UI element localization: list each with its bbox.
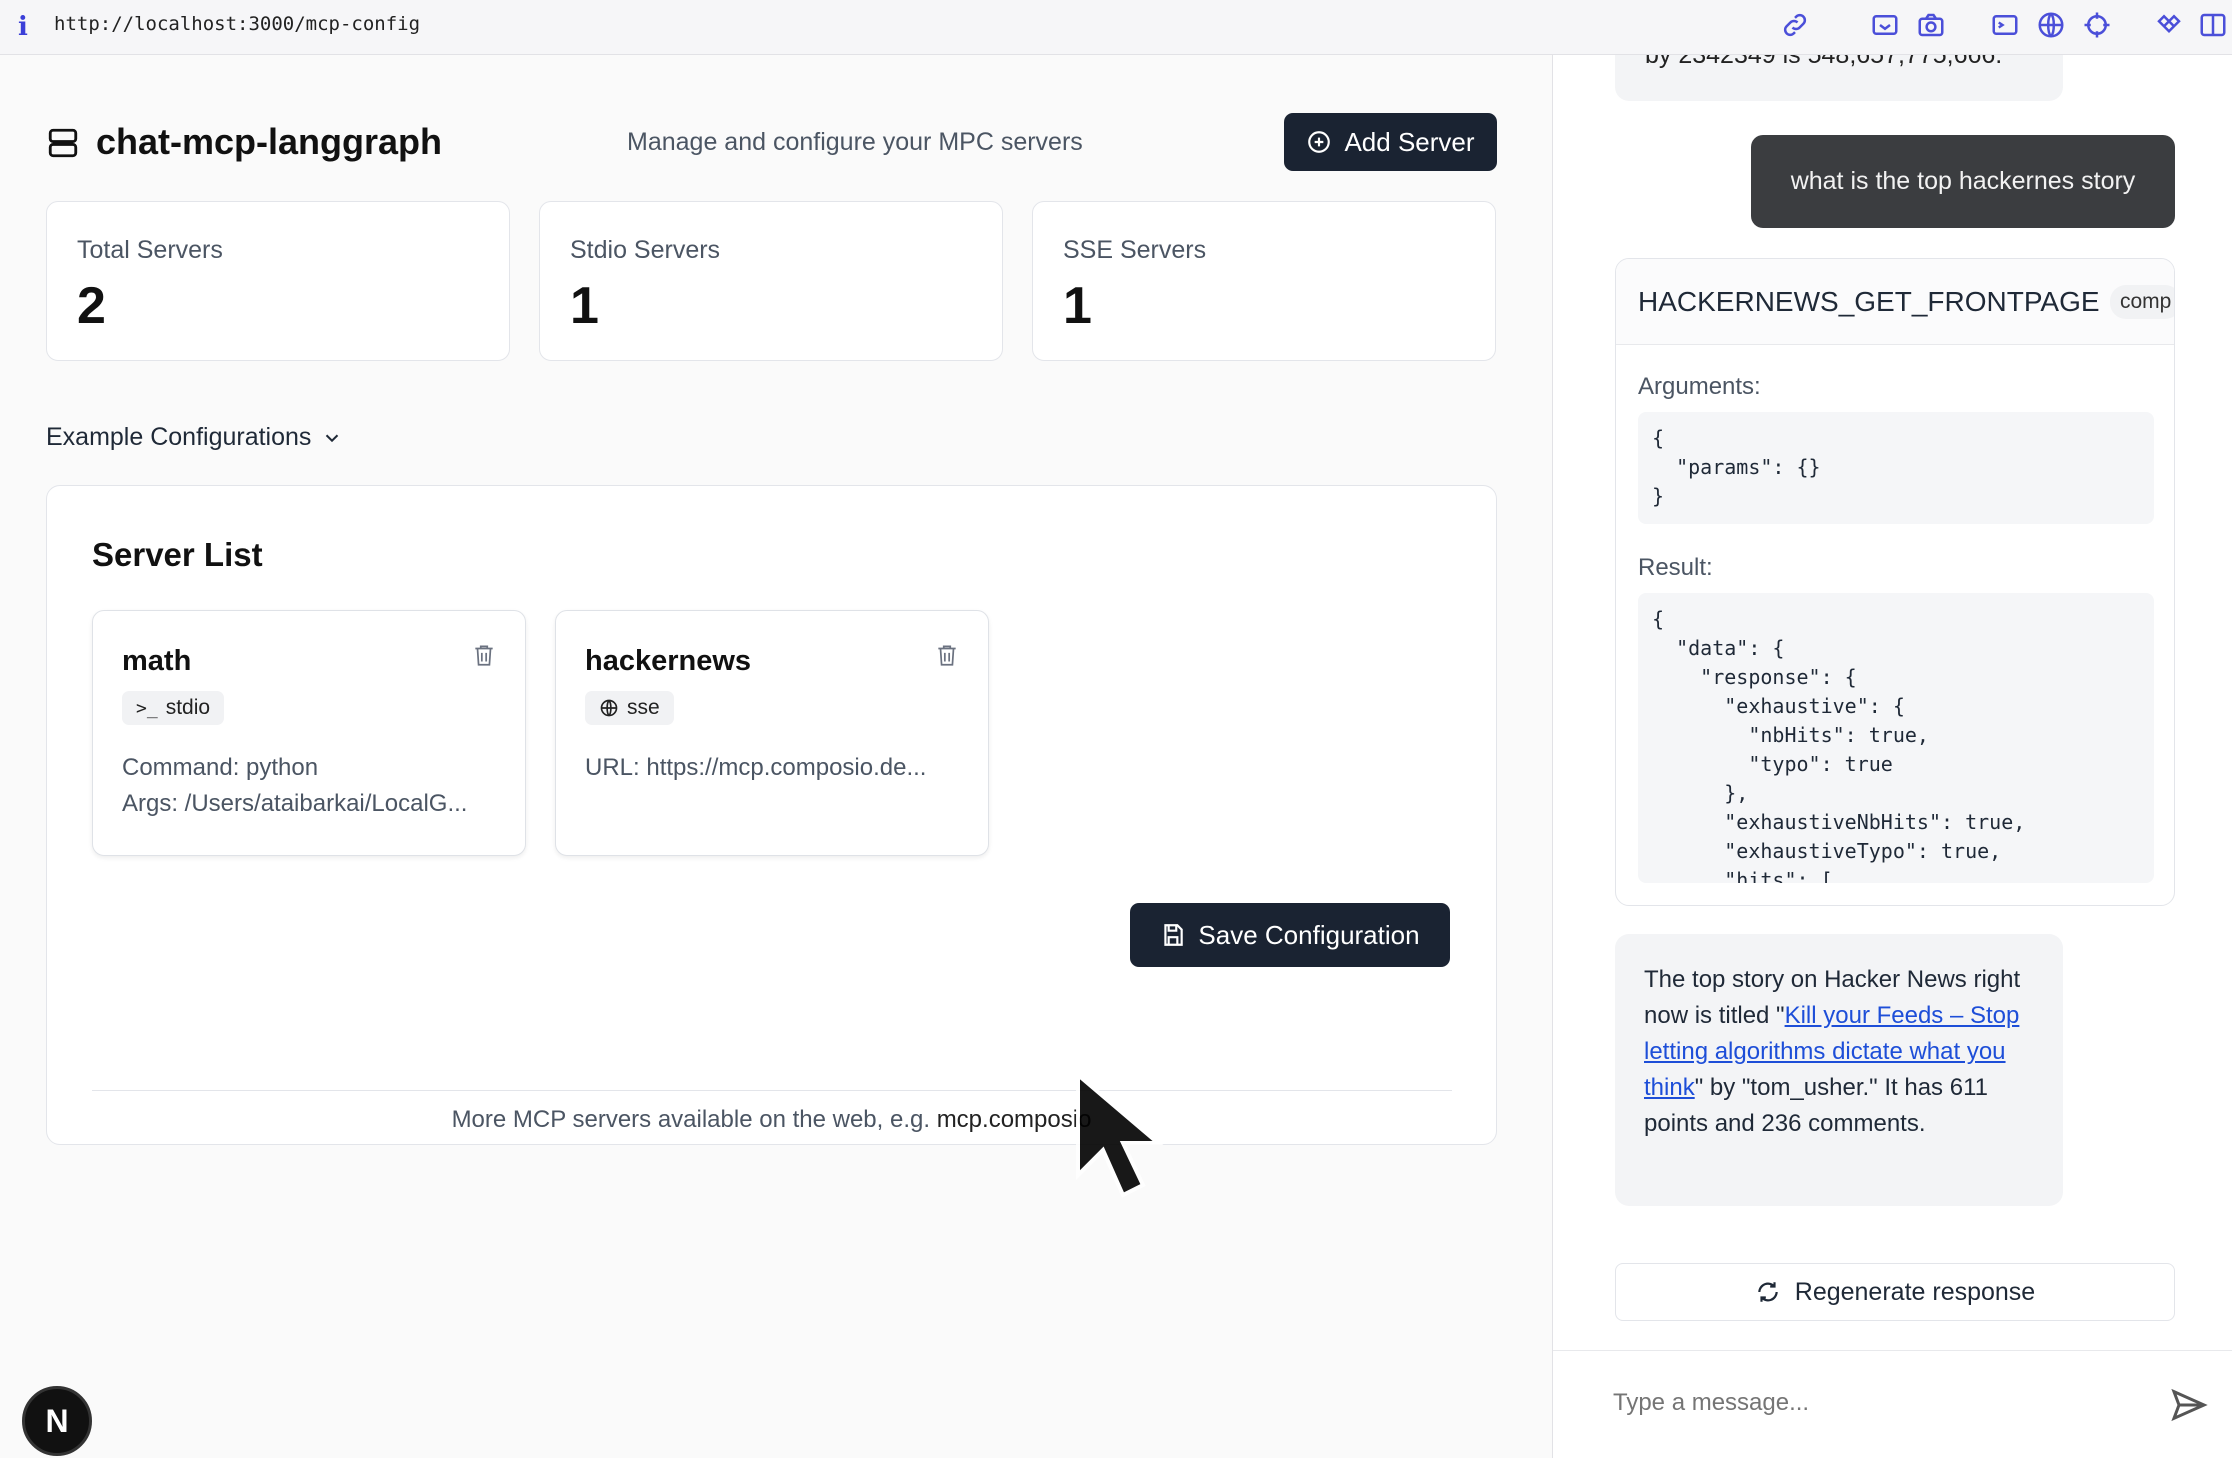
stat-label: Stdio Servers: [570, 236, 721, 264]
server-icon: [48, 128, 78, 158]
trash-icon[interactable]: [471, 641, 497, 669]
page-subtitle: Manage and configure your MPC servers: [627, 128, 1083, 156]
browser-toolbar: i http://localhost:3000/mcp-config: [0, 0, 2232, 55]
tool-status-badge: comp: [2110, 285, 2174, 319]
screen-record-icon[interactable]: [1870, 10, 1900, 40]
server-type-badge: >_ stdio: [122, 691, 225, 725]
stat-label: Total Servers: [77, 236, 223, 264]
arguments-label: Arguments:: [1638, 373, 1761, 400]
sidebar-toggle-icon[interactable]: [2198, 10, 2228, 40]
result-code: { "data": { "response": { "exhaustive": …: [1638, 593, 2154, 883]
globe-icon[interactable]: [2036, 10, 2066, 40]
save-configuration-label: Save Configuration: [1198, 919, 1420, 950]
regenerate-label: Regenerate response: [1794, 1277, 2036, 1306]
stat-label: SSE Servers: [1063, 236, 1207, 264]
refresh-icon: [1758, 1282, 1778, 1302]
globe-icon: [600, 699, 618, 717]
more-servers-text: More MCP servers available on the web, e…: [451, 1106, 937, 1133]
server-list-panel: Server List math >_ stdio Command: pytho…: [46, 485, 1497, 1145]
user-message: what is the top hackernes story: [1751, 135, 2175, 228]
server-type-badge: sse: [585, 691, 674, 725]
address-bar[interactable]: http://localhost:3000/mcp-config: [54, 13, 420, 35]
page-title: chat-mcp-langgraph: [96, 121, 443, 162]
message-input[interactable]: [1613, 1389, 2113, 1417]
more-servers-note: More MCP servers available on the web, e…: [47, 1106, 1496, 1134]
chevron-down-icon: [326, 434, 339, 442]
stat-sse-servers: SSE Servers 1: [1032, 201, 1496, 361]
terminal-icon: >_: [136, 697, 158, 719]
stat-total-servers: Total Servers 2: [46, 201, 510, 361]
arguments-code: { "params": {} }: [1638, 412, 2154, 524]
server-type-label: sse: [627, 696, 660, 719]
add-server-label: Add Server: [1344, 126, 1475, 157]
camera-icon[interactable]: [1916, 10, 1946, 40]
server-name: hackernews: [585, 645, 752, 677]
extension-icon[interactable]: [2154, 10, 2184, 40]
stat-value: 1: [1063, 277, 1092, 335]
save-icon: [1164, 924, 1184, 946]
assistant-message: The top story on Hacker News right now i…: [1615, 934, 2063, 1206]
tool-name: HACKERNEWS_GET_FRONTPAGE: [1638, 286, 2100, 317]
chat-input-area: [1553, 1350, 2232, 1458]
server-list-heading: Server List: [92, 536, 263, 573]
divider: [92, 1090, 1452, 1091]
server-args: Args: /Users/ataibarkai/LocalG...: [122, 790, 468, 817]
server-name: math: [122, 645, 192, 677]
stat-value: 2: [77, 277, 106, 335]
server-url: URL: https://mcp.composio.de...: [585, 754, 927, 781]
server-command: Command: python: [122, 754, 319, 781]
regenerate-response-button[interactable]: Regenerate response: [1615, 1263, 2175, 1321]
example-configurations-label: Example Configurations: [46, 423, 312, 451]
previous-assistant-message: by 2342349 is 548,657,775,666.: [1615, 55, 2063, 101]
server-card-math[interactable]: math >_ stdio Command: python Args: /Use…: [92, 610, 526, 856]
crosshair-icon[interactable]: [2082, 10, 2112, 40]
tool-call-header[interactable]: HACKERNEWS_GET_FRONTPAGE comp: [1616, 259, 2174, 345]
terminal-icon[interactable]: [1990, 10, 2020, 40]
stat-stdio-servers: Stdio Servers 1: [539, 201, 1003, 361]
tool-call-card[interactable]: HACKERNEWS_GET_FRONTPAGE comp Arguments:…: [1615, 258, 2175, 906]
chat-panel: by 2342349 is 548,657,775,666. what is t…: [1552, 55, 2232, 1458]
info-icon[interactable]: i: [18, 12, 28, 42]
plus-circle-icon: [1308, 131, 1331, 153]
message-text-after: " by "tom_usher." It has 611 points and …: [1644, 1074, 1988, 1137]
link-icon[interactable]: [1780, 10, 1810, 40]
message-text: by 2342349 is 548,657,775,666.: [1645, 55, 2003, 69]
send-icon[interactable]: [2169, 1385, 2209, 1425]
result-label: Result:: [1638, 554, 1713, 581]
stat-value: 1: [570, 277, 599, 335]
add-server-button[interactable]: Add Server: [1284, 113, 1497, 171]
mouse-cursor-icon: [1076, 1070, 1164, 1198]
nextjs-dev-badge[interactable]: N: [22, 1386, 92, 1456]
config-page: chat-mcp-langgraph Manage and configure …: [0, 55, 1552, 1458]
server-card-hackernews[interactable]: hackernews sse URL: https://mcp.composio…: [555, 610, 989, 856]
server-type-label: stdio: [165, 696, 211, 719]
example-configurations-toggle[interactable]: Example Configurations: [46, 423, 343, 452]
trash-icon[interactable]: [934, 641, 960, 669]
save-configuration-button[interactable]: Save Configuration: [1130, 903, 1450, 967]
message-text: The top story on Hacker News right now i…: [1644, 962, 2044, 1142]
